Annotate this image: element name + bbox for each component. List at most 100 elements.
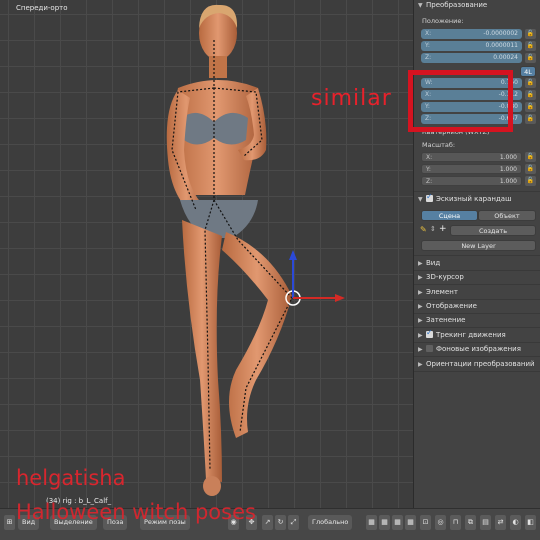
- lock-icon[interactable]: 🔓: [525, 29, 536, 39]
- camera-icon[interactable]: ◧: [525, 515, 536, 530]
- lock-icon[interactable]: 🔓: [525, 102, 536, 112]
- collapse-triangle-icon: ▶: [418, 289, 423, 296]
- tab-object[interactable]: Объект: [478, 210, 536, 221]
- divider: [414, 255, 540, 256]
- section-background-images[interactable]: ▶ Фоновые изображения: [418, 345, 521, 353]
- scale-icon[interactable]: ⤢: [288, 515, 299, 530]
- copy-pose-icon[interactable]: ⧉: [465, 515, 476, 530]
- collapse-triangle-icon: ▶: [418, 361, 423, 368]
- section-3d-cursor[interactable]: ▶ 3D-курсор: [418, 273, 464, 281]
- field-value: 1.000: [499, 154, 517, 161]
- translate-icon[interactable]: ↗: [262, 515, 273, 530]
- divider: [414, 313, 540, 314]
- watermark-title: Halloween witch poses: [16, 500, 256, 524]
- scale-x-field[interactable]: X: 1.000: [421, 152, 522, 162]
- collapse-triangle-icon: ▶: [418, 346, 423, 353]
- highlight-box: [408, 70, 513, 132]
- new-layer-button[interactable]: New Layer: [421, 240, 536, 251]
- field-value: 1.000: [499, 166, 517, 173]
- add-icon[interactable]: +: [439, 224, 447, 234]
- render-icon[interactable]: ◐: [510, 515, 521, 530]
- section-label: 3D-курсор: [426, 273, 464, 281]
- lock-icon[interactable]: 🔓: [525, 53, 536, 63]
- figure-neck: [209, 56, 227, 78]
- location-z-field[interactable]: Z: 0.00024: [421, 53, 522, 63]
- axis-label: X:: [425, 30, 432, 37]
- posed-figure[interactable]: [0, 0, 413, 508]
- figure-leg-bent: [222, 232, 292, 438]
- location-x-field[interactable]: X: -0.0000002: [421, 29, 522, 39]
- lock-camera-icon[interactable]: ⊡: [420, 515, 431, 530]
- collapse-triangle-icon: ▶: [418, 260, 423, 267]
- grease-pencil-checkbox[interactable]: [426, 192, 433, 202]
- axis-label: Z:: [426, 178, 433, 185]
- divider: [414, 270, 540, 271]
- lock-icon[interactable]: 🔓: [525, 41, 536, 51]
- scale-z-field[interactable]: Z: 1.000: [421, 176, 522, 186]
- pencil-icon: ✎: [420, 225, 427, 234]
- paste-pose-icon[interactable]: ▤: [480, 515, 491, 530]
- divider: [414, 356, 540, 357]
- axis-label: Z:: [425, 54, 432, 61]
- section-shading[interactable]: ▶ Затенение: [418, 316, 465, 324]
- expand-triangle-icon: ▼: [418, 196, 423, 203]
- layers-icon[interactable]: ▦: [405, 515, 416, 530]
- section-label: Фоновые изображения: [436, 345, 521, 353]
- background-images-checkbox[interactable]: [426, 345, 433, 352]
- lock-icon[interactable]: 🔓: [525, 176, 536, 186]
- create-button[interactable]: Создать: [450, 225, 536, 236]
- section-display[interactable]: ▶ Отображение: [418, 302, 477, 310]
- lock-icon[interactable]: 🔓: [525, 152, 536, 162]
- section-label: Трекинг движения: [436, 331, 506, 339]
- tab-scene[interactable]: Сцена: [421, 210, 478, 221]
- lock-icon[interactable]: 🔓: [525, 164, 536, 174]
- gizmo-x-arrow: [335, 294, 345, 302]
- scale-label: Масштаб:: [422, 141, 456, 149]
- section-item[interactable]: ▶ Элемент: [418, 288, 458, 296]
- figure-leg-straight: [182, 220, 222, 482]
- collapse-triangle-icon: ▶: [418, 317, 423, 324]
- dropdown-arrows-icon[interactable]: ⇕: [430, 225, 436, 233]
- orientation-select[interactable]: Глобально: [308, 515, 353, 530]
- layers-icon[interactable]: ▦: [379, 515, 390, 530]
- expand-triangle-icon: ▼: [418, 2, 423, 9]
- section-motion-tracking[interactable]: ▶ Трекинг движения: [418, 328, 506, 339]
- collapse-triangle-icon: ▶: [418, 303, 423, 310]
- grease-pencil-header[interactable]: ▼ Эскизный карандаш: [418, 192, 512, 203]
- collapse-triangle-icon: ▶: [418, 332, 423, 339]
- rotation-lock-4l-button[interactable]: 4L: [520, 66, 536, 77]
- motion-tracking-checkbox[interactable]: [426, 328, 433, 338]
- section-label: Элемент: [426, 288, 458, 296]
- transform-header-label: Преобразование: [426, 1, 488, 9]
- axis-label: Y:: [426, 166, 431, 173]
- snap-icon[interactable]: ⊓: [450, 515, 461, 530]
- rotate-icon[interactable]: ↻: [275, 515, 286, 530]
- field-value: 0.00024: [493, 54, 518, 61]
- lock-icon[interactable]: 🔓: [525, 78, 536, 88]
- layers-icon[interactable]: ▦: [392, 515, 403, 530]
- figure-foot: [203, 476, 221, 496]
- divider: [414, 284, 540, 285]
- grease-pencil-label: Эскизный карандаш: [436, 195, 512, 203]
- transform-panel-header[interactable]: ▼ Преобразование: [418, 1, 487, 9]
- section-label: Ориентации преобразований: [426, 360, 535, 368]
- layers-icon[interactable]: ▦: [366, 515, 377, 530]
- gizmo-y-arrow: [289, 250, 297, 260]
- field-value: 1.000: [499, 178, 517, 185]
- annotation-label: similar: [311, 86, 392, 111]
- location-y-field[interactable]: Y: 0.0000011: [421, 41, 522, 51]
- divider: [414, 342, 540, 343]
- lock-icon[interactable]: 🔓: [525, 90, 536, 100]
- editor-type-icon[interactable]: ⊞: [4, 515, 15, 530]
- lock-icon[interactable]: 🔓: [525, 114, 536, 124]
- 3d-viewport[interactable]: Спереди-орто (34) rig: b_L_Calf_: [0, 0, 413, 508]
- section-transform-orientations[interactable]: ▶ Ориентации преобразований: [418, 360, 535, 368]
- axis-label: Y:: [425, 42, 430, 49]
- paste-flipped-icon[interactable]: ⇄: [495, 515, 506, 530]
- watermark-author: helgatisha: [16, 466, 126, 490]
- axis-label: X:: [426, 154, 433, 161]
- proportional-edit-icon[interactable]: ◎: [435, 515, 446, 530]
- section-view[interactable]: ▶ Вид: [418, 259, 440, 267]
- scale-y-field[interactable]: Y: 1.000: [421, 164, 522, 174]
- divider: [414, 371, 540, 372]
